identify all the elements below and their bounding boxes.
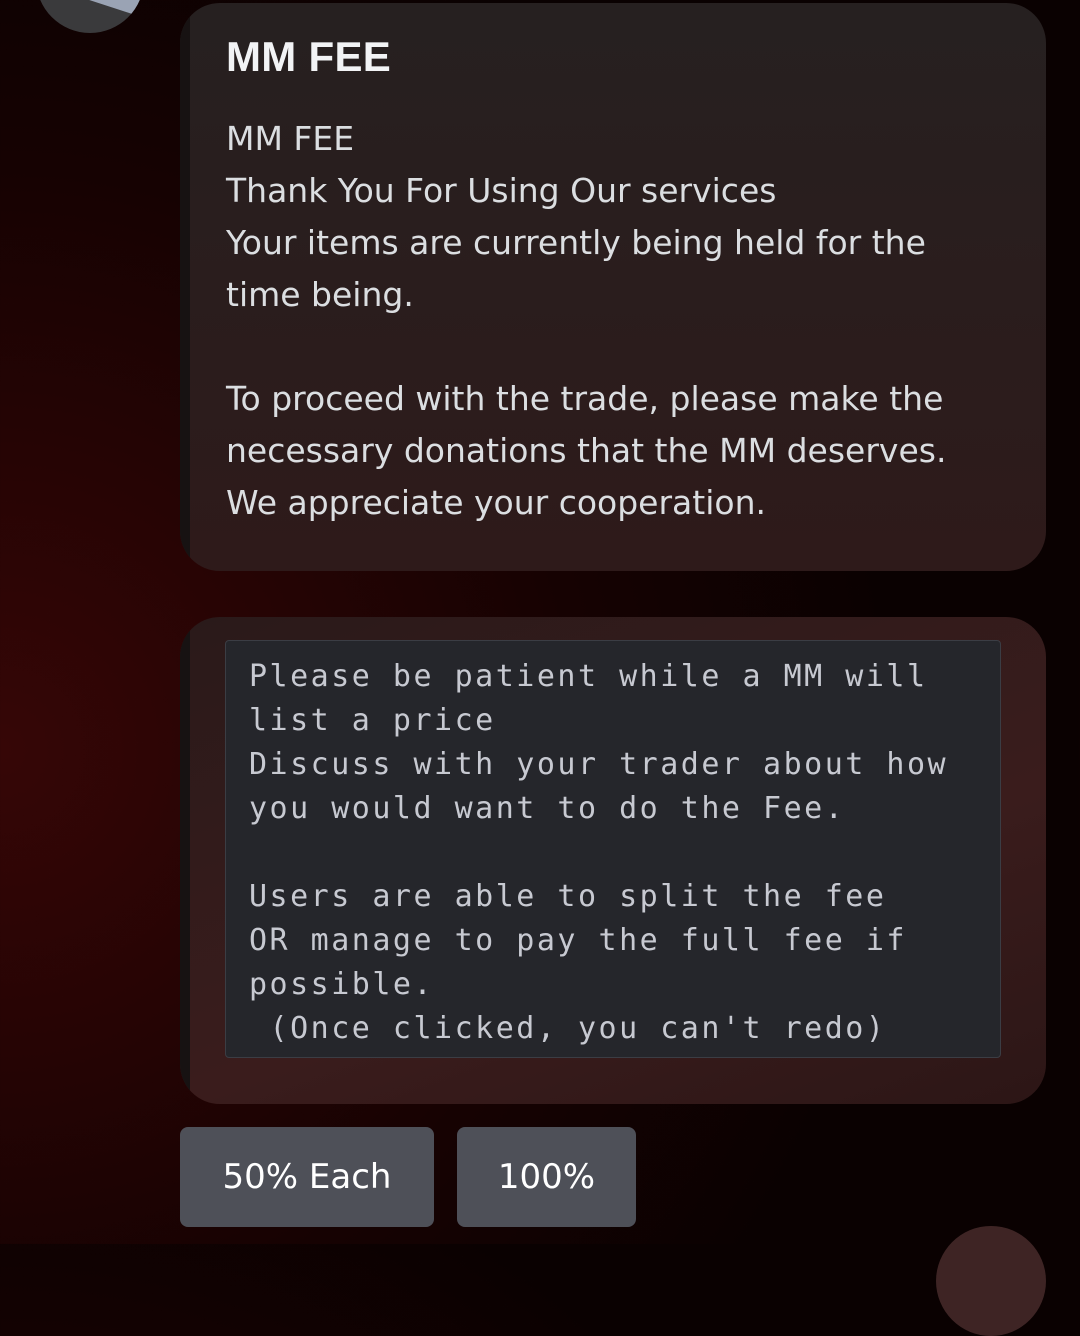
code-line: you would want to do the Fee. (249, 791, 846, 826)
embed-text-line (226, 321, 1026, 373)
embed-text-line: Thank You For Using Our services (226, 171, 777, 210)
code-line: OR manage to pay the full fee if (249, 923, 907, 958)
embed-text-line: Your items are currently being held for … (226, 223, 926, 262)
code-block: Please be patient while a MM will list a… (225, 640, 1001, 1058)
code-line: Users are able to split the fee (249, 879, 887, 914)
avatar-image (81, 0, 144, 20)
full-fee-button[interactable]: 100% (457, 1127, 636, 1227)
bot-avatar[interactable] (36, 0, 144, 33)
code-line: list a price (249, 703, 496, 738)
embed-text-line: To proceed with the trade, please make t… (226, 379, 944, 418)
split-fee-button[interactable]: 50% Each (180, 1127, 434, 1227)
fee-info-embed: Please be patient while a MM will list a… (180, 617, 1046, 1104)
code-line: Please be patient while a MM will (249, 659, 928, 694)
embed-text-line: necessary donations that the MM deserves… (226, 431, 947, 470)
next-message-avatar[interactable] (936, 1226, 1046, 1336)
code-line: Discuss with your trader about how (249, 747, 949, 782)
embed-text-line: MM FEE (226, 119, 355, 158)
code-line: (Once clicked, you can't redo) (249, 1011, 887, 1046)
mm-fee-embed: MM FEE MM FEE Thank You For Using Our se… (180, 3, 1046, 571)
embed-text-line: time being. (226, 275, 414, 314)
embed-description: MM FEE Thank You For Using Our services … (226, 113, 1026, 529)
code-line: possible. (249, 967, 435, 1002)
embed-title: MM FEE (226, 33, 392, 80)
embed-text-line: We appreciate your cooperation. (226, 483, 766, 522)
